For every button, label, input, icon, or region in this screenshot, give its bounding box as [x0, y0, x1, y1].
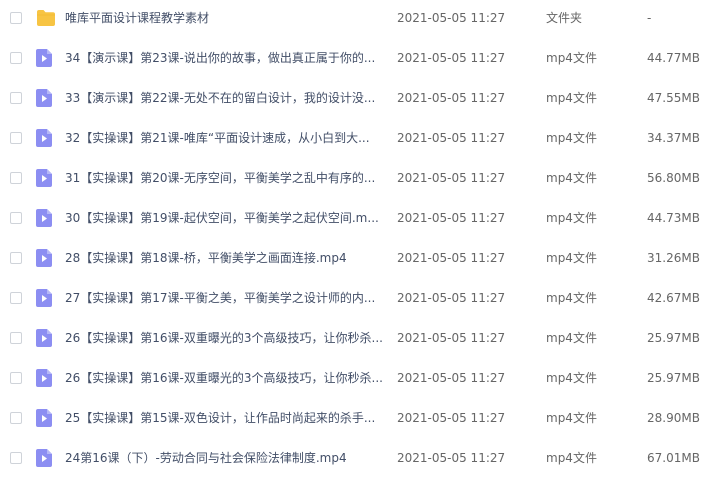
- file-name[interactable]: 24第16课（下）-劳动合同与社会保险法律制度.mp4: [65, 450, 385, 466]
- file-name[interactable]: 30【实操课】第19课-起伏空间，平衡美学之起伏空间.m...: [65, 210, 385, 226]
- file-name[interactable]: 26【实操课】第16课-双重曝光的3个高级技巧，让你秒杀...: [65, 330, 385, 346]
- modified-date: 2021-05-05 11:27: [397, 291, 506, 305]
- file-name[interactable]: 27【实操课】第17课-平衡之美，平衡美学之设计师的内...: [65, 290, 385, 306]
- row-checkbox[interactable]: [10, 92, 22, 104]
- video-file-icon: [36, 49, 52, 67]
- file-type: 文件夹: [546, 11, 583, 25]
- list-item[interactable]: 26【实操课】第16课-双重曝光的3个高级技巧，让你秒杀... 2021-05-…: [0, 360, 728, 400]
- file-size: 56.80MB: [647, 171, 700, 185]
- file-size: 47.55MB: [647, 91, 700, 105]
- video-file-icon: [36, 289, 52, 307]
- video-file-icon: [36, 89, 52, 107]
- list-item[interactable]: 34【演示课】第23课-说出你的故事，做出真正属于你的... 2021-05-0…: [0, 40, 728, 80]
- modified-date: 2021-05-05 11:27: [397, 251, 506, 265]
- video-file-icon: [36, 329, 52, 347]
- file-name[interactable]: 34【演示课】第23课-说出你的故事，做出真正属于你的...: [65, 50, 385, 66]
- video-file-icon: [36, 369, 52, 387]
- list-item[interactable]: 28【实操课】第18课-桥，平衡美学之画面连接.mp4 2021-05-05 1…: [0, 240, 728, 280]
- file-size: 25.97MB: [647, 331, 700, 345]
- row-checkbox[interactable]: [10, 212, 22, 224]
- row-checkbox[interactable]: [10, 412, 22, 424]
- file-name[interactable]: 26【实操课】第16课-双重曝光的3个高级技巧，让你秒杀...: [65, 370, 385, 386]
- file-name[interactable]: 32【实操课】第21课-唯库“平面设计速成，从小白到大...: [65, 130, 385, 146]
- modified-date: 2021-05-05 11:27: [397, 211, 506, 225]
- row-checkbox[interactable]: [10, 252, 22, 264]
- file-size: 42.67MB: [647, 291, 700, 305]
- file-name[interactable]: 28【实操课】第18课-桥，平衡美学之画面连接.mp4: [65, 250, 385, 266]
- file-type: mp4文件: [546, 251, 597, 265]
- modified-date: 2021-05-05 11:27: [397, 371, 506, 385]
- list-item[interactable]: 24第16课（下）-劳动合同与社会保险法律制度.mp4 2021-05-05 1…: [0, 440, 728, 480]
- modified-date: 2021-05-05 11:27: [397, 411, 506, 425]
- list-item[interactable]: 31【实操课】第20课-无序空间，平衡美学之乱中有序的... 2021-05-0…: [0, 160, 728, 200]
- row-checkbox[interactable]: [10, 172, 22, 184]
- file-type: mp4文件: [546, 451, 597, 465]
- row-checkbox[interactable]: [10, 12, 22, 24]
- video-file-icon: [36, 249, 52, 267]
- folder-icon: [36, 9, 55, 27]
- list-item[interactable]: 32【实操课】第21课-唯库“平面设计速成，从小白到大... 2021-05-0…: [0, 120, 728, 160]
- video-file-icon: [36, 129, 52, 147]
- file-size: 44.77MB: [647, 51, 700, 65]
- row-checkbox[interactable]: [10, 132, 22, 144]
- video-file-icon: [36, 209, 52, 227]
- list-item[interactable]: 27【实操课】第17课-平衡之美，平衡美学之设计师的内... 2021-05-0…: [0, 280, 728, 320]
- modified-date: 2021-05-05 11:27: [397, 171, 506, 185]
- file-size: 31.26MB: [647, 251, 700, 265]
- row-checkbox[interactable]: [10, 452, 22, 464]
- file-type: mp4文件: [546, 331, 597, 345]
- file-type: mp4文件: [546, 171, 597, 185]
- file-size: 25.97MB: [647, 371, 700, 385]
- row-checkbox[interactable]: [10, 372, 22, 384]
- file-list: 唯库平面设计课程教学素材 2021-05-05 11:27 文件夹 - 34【演…: [0, 0, 728, 467]
- file-type: mp4文件: [546, 51, 597, 65]
- modified-date: 2021-05-05 11:27: [397, 131, 506, 145]
- video-file-icon: [36, 169, 52, 187]
- row-checkbox[interactable]: [10, 52, 22, 64]
- modified-date: 2021-05-05 11:27: [397, 91, 506, 105]
- list-item[interactable]: 唯库平面设计课程教学素材 2021-05-05 11:27 文件夹 -: [0, 0, 728, 40]
- file-size: 67.01MB: [647, 451, 700, 465]
- file-size: -: [647, 11, 652, 25]
- file-size: 44.73MB: [647, 211, 700, 225]
- file-type: mp4文件: [546, 211, 597, 225]
- list-item[interactable]: 26【实操课】第16课-双重曝光的3个高级技巧，让你秒杀... 2021-05-…: [0, 320, 728, 360]
- modified-date: 2021-05-05 11:27: [397, 51, 506, 65]
- modified-date: 2021-05-05 11:27: [397, 451, 506, 465]
- list-item[interactable]: 30【实操课】第19课-起伏空间，平衡美学之起伏空间.m... 2021-05-…: [0, 200, 728, 240]
- file-size: 28.90MB: [647, 411, 700, 425]
- list-item[interactable]: 25【实操课】第15课-双色设计，让作品时尚起来的杀手... 2021-05-0…: [0, 400, 728, 440]
- video-file-icon: [36, 409, 52, 427]
- modified-date: 2021-05-05 11:27: [397, 11, 506, 25]
- file-name[interactable]: 唯库平面设计课程教学素材: [65, 10, 385, 26]
- file-name[interactable]: 31【实操课】第20课-无序空间，平衡美学之乱中有序的...: [65, 170, 385, 186]
- list-item[interactable]: 33【演示课】第22课-无处不在的留白设计，我的设计没... 2021-05-0…: [0, 80, 728, 120]
- file-size: 34.37MB: [647, 131, 700, 145]
- modified-date: 2021-05-05 11:27: [397, 331, 506, 345]
- video-file-icon: [36, 449, 52, 467]
- file-type: mp4文件: [546, 291, 597, 305]
- file-name[interactable]: 25【实操课】第15课-双色设计，让作品时尚起来的杀手...: [65, 410, 385, 426]
- file-name[interactable]: 33【演示课】第22课-无处不在的留白设计，我的设计没...: [65, 90, 385, 106]
- file-type: mp4文件: [546, 131, 597, 145]
- row-checkbox[interactable]: [10, 332, 22, 344]
- file-type: mp4文件: [546, 91, 597, 105]
- file-type: mp4文件: [546, 411, 597, 425]
- row-checkbox[interactable]: [10, 292, 22, 304]
- file-type: mp4文件: [546, 371, 597, 385]
